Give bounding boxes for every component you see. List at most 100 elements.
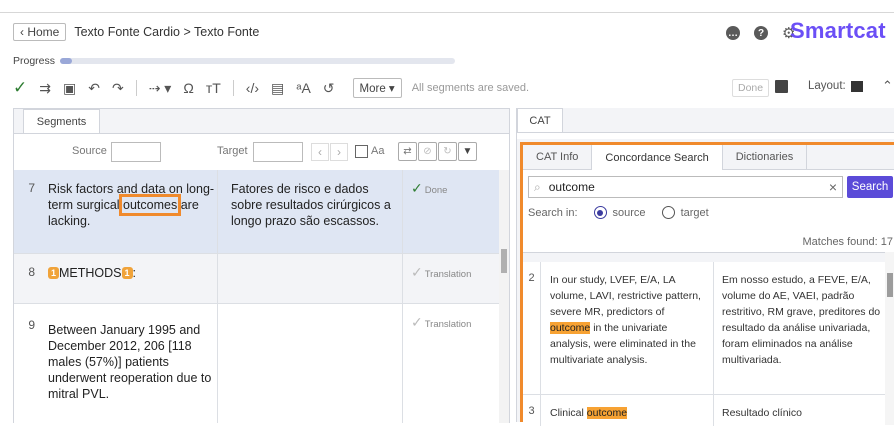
source-text: METHODS	[59, 266, 122, 280]
cat-subtabs: CAT Info Concordance Search Dictionaries	[523, 145, 894, 170]
tab-cat-info[interactable]: CAT Info	[523, 145, 593, 169]
spellcheck-icon[interactable]: ᵃA	[296, 80, 311, 96]
search-in-options: Search in: source target	[528, 206, 709, 219]
concordance-search-input[interactable]: ⌕ outcome ×	[528, 176, 843, 198]
concordance-panel: CAT Info Concordance Search Dictionaries…	[520, 142, 894, 426]
result-number: 3	[523, 395, 541, 426]
home-button[interactable]: ‹ Home	[13, 23, 67, 41]
done-check-icon: ✓	[411, 180, 423, 196]
segment-target[interactable]	[218, 254, 403, 303]
refresh-icon[interactable]: ↻	[438, 142, 457, 161]
prev-filter-icon[interactable]: ‹	[311, 143, 329, 161]
replace-icon[interactable]: ⇄	[398, 142, 417, 161]
unconfirmed-check-icon: ✓	[411, 264, 423, 280]
segment-source[interactable]: 1 METHODS 1:	[43, 254, 218, 303]
clear-filter-icon[interactable]: ⊘	[418, 142, 437, 161]
segment-scroll-thumb[interactable]	[501, 249, 507, 273]
segment-target[interactable]	[218, 304, 403, 423]
copy-source-icon[interactable]: ⇉	[39, 80, 51, 97]
help-icon[interactable]: ?	[754, 26, 768, 40]
comment-icon[interactable]: ▤	[271, 80, 284, 97]
confirm-check-icon[interactable]: ✓	[13, 78, 27, 98]
match-case-checkbox[interactable]	[355, 145, 368, 158]
tab-concordance-search[interactable]: Concordance Search	[592, 145, 723, 170]
top-divider	[0, 12, 894, 13]
segment-list: 7 Risk factors and data on long-term sur…	[14, 170, 499, 423]
result-target: Em nosso estudo, a FEVE, E/A, volume do …	[722, 274, 881, 366]
result-number: 2	[523, 262, 541, 394]
tag-badge[interactable]: 1	[121, 267, 133, 279]
target-radio[interactable]	[661, 206, 675, 219]
segment-row-9[interactable]: 9 Between January 1995 and December 2012…	[14, 304, 499, 423]
segment-source[interactable]: Risk factors and data on long-term surgi…	[43, 170, 218, 253]
status-label: Translation	[424, 269, 472, 280]
revert-icon[interactable]: ↺	[323, 80, 335, 97]
next-filter-icon[interactable]: ›	[330, 143, 348, 161]
segment-row-8[interactable]: 8 1 METHODS 1: ✓ Translation	[14, 254, 499, 304]
cat-header-strip	[517, 132, 894, 139]
change-case-icon[interactable]: ᴛT	[206, 80, 221, 96]
segment-row-7[interactable]: 7 Risk factors and data on long-term sur…	[14, 170, 499, 254]
home-label: Home	[27, 25, 60, 39]
redo-icon[interactable]: ↷	[112, 80, 124, 97]
brand-logo[interactable]: Smartcat	[790, 18, 886, 44]
toolbar-divider	[135, 80, 137, 96]
insert-arrow-icon[interactable]: ⇢ ▾	[149, 80, 172, 97]
target-filter-label: Target	[217, 145, 248, 157]
breadcrumb-path[interactable]: Texto Fonte Cardio > Texto Fonte	[74, 25, 259, 39]
layout-label: Layout:	[808, 80, 846, 92]
match-highlight: outcome	[550, 322, 591, 334]
progress-bar	[60, 58, 455, 64]
layout-selector[interactable]: Layout:	[808, 80, 863, 92]
target-filter-input[interactable]	[253, 142, 303, 162]
segment-number: 8	[28, 265, 35, 279]
result-text: In our study, LVEF, E/A, LA volume, LAVI…	[550, 274, 701, 318]
clear-icon[interactable]: ▣	[63, 80, 76, 97]
segment-filter-bar: Source Target ‹ › Aa ⇄ ⊘ ↻ ▼	[14, 133, 509, 171]
status-label: Done	[424, 185, 448, 196]
target-radio-label[interactable]: target	[681, 207, 709, 219]
source-filter-input[interactable]	[111, 142, 161, 162]
special-char-icon[interactable]: Ω	[183, 80, 193, 96]
match-highlight: outcome	[586, 407, 628, 419]
segment-status: ✓ Done	[403, 170, 499, 253]
done-button[interactable]: Done	[732, 79, 770, 97]
matches-count: Matches found: 17	[802, 236, 893, 248]
progress-label: Progress	[13, 55, 56, 67]
segment-status: ✓ Translation	[403, 304, 499, 423]
save-status: All segments are saved.	[411, 82, 530, 94]
source-radio[interactable]	[593, 206, 607, 219]
search-icon: ⌕	[534, 179, 541, 194]
layout-grid-icon	[850, 80, 863, 92]
results-scroll-thumb[interactable]	[887, 273, 893, 297]
segments-panel: Segments Source Target ‹ › Aa ⇄ ⊘ ↻ ▼ 7 …	[13, 108, 510, 423]
collapse-icon[interactable]: ⌃	[882, 78, 893, 94]
result-row-3[interactable]: 3 Clinical outcome Resultado clínico	[523, 395, 885, 426]
undo-icon[interactable]: ↶	[88, 80, 100, 97]
match-case-label: Aa	[371, 145, 385, 157]
segment-number: 9	[28, 318, 35, 332]
segment-target[interactable]: Fatores de risco e dados sobre resultado…	[218, 170, 403, 253]
more-dropdown[interactable]: More ▾	[352, 78, 402, 98]
breadcrumb: ‹ Home Texto Fonte Cardio > Texto Fonte	[13, 22, 259, 42]
source-filter-label: Source	[72, 145, 107, 157]
tag-badge[interactable]: 1	[48, 267, 60, 279]
chat-icon[interactable]: …	[726, 26, 740, 40]
unconfirmed-check-icon: ✓	[411, 314, 423, 330]
result-row-2[interactable]: 2 In our study, LVEF, E/A, LA volume, LA…	[523, 262, 885, 395]
tab-cat[interactable]: CAT	[517, 108, 563, 133]
search-value: outcome	[548, 180, 595, 194]
result-target: Resultado clínico	[722, 407, 802, 419]
source-radio-label[interactable]: source	[613, 207, 646, 219]
search-button[interactable]: Search	[847, 176, 893, 198]
tab-segments[interactable]: Segments	[23, 109, 100, 134]
clear-search-icon[interactable]: ×	[829, 179, 837, 195]
tags-icon[interactable]: ‹/›	[246, 80, 259, 96]
tab-dictionaries[interactable]: Dictionaries	[723, 145, 808, 169]
segment-scrollbar[interactable]	[499, 170, 509, 423]
segment-source[interactable]: Between January 1995 and December 2012, …	[43, 304, 218, 423]
filter-funnel-icon[interactable]: ▼	[458, 142, 477, 161]
progress-fill	[60, 58, 72, 64]
save-icon[interactable]	[775, 80, 788, 93]
cat-panel: CAT CAT Info Concordance Search Dictiona…	[516, 108, 894, 426]
